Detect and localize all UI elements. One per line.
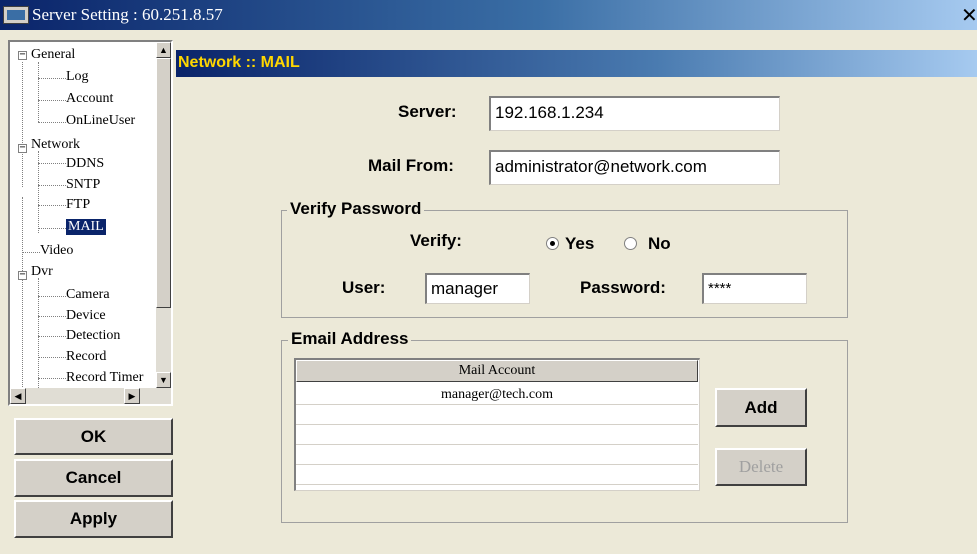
tree-item-video[interactable]: Video [40, 243, 73, 259]
tree-item-ftp[interactable]: FTP [66, 197, 90, 213]
verify-yes-radio[interactable] [546, 237, 559, 250]
verify-yes-label[interactable]: Yes [565, 234, 594, 254]
cancel-button[interactable]: Cancel [14, 459, 173, 497]
scroll-thumb[interactable] [156, 58, 171, 308]
ok-button[interactable]: OK [14, 418, 173, 455]
close-icon[interactable]: ✕ [961, 3, 977, 27]
scroll-right-arrow-icon[interactable]: ▶ [124, 388, 140, 404]
tree-item-ddns[interactable]: DDNS [66, 156, 104, 172]
mail-from-label: Mail From: [368, 156, 454, 175]
list-item[interactable] [296, 465, 698, 485]
user-label: User: [342, 278, 386, 297]
mail-account-header[interactable]: Mail Account [296, 360, 698, 382]
tree-item-general[interactable]: General [31, 47, 75, 63]
verify-label: Verify: [410, 231, 462, 250]
tree-item-log[interactable]: Log [66, 69, 89, 85]
password-label: Password: [580, 278, 666, 297]
tree-item-online-user[interactable]: OnLineUser [66, 113, 135, 129]
settings-tree: − General Log Account OnLineUser − Netwo… [8, 40, 173, 406]
list-item[interactable] [296, 425, 698, 445]
scroll-left-arrow-icon[interactable]: ◀ [10, 388, 26, 404]
server-input[interactable]: 192.168.1.234 [489, 96, 780, 131]
tree-item-detection[interactable]: Detection [66, 328, 120, 344]
general-expander-icon[interactable]: − [18, 50, 27, 60]
email-address-title: Email Address [288, 329, 412, 349]
list-item[interactable] [296, 405, 698, 425]
dvr-expander-icon[interactable]: − [18, 270, 27, 280]
tree-horizontal-scrollbar[interactable]: ◀ ▶ [10, 388, 171, 404]
tree-item-network[interactable]: Network [31, 137, 80, 153]
scroll-down-arrow-icon[interactable]: ▼ [156, 372, 171, 388]
tree-item-account[interactable]: Account [66, 91, 113, 107]
tree-item-mail[interactable]: MAIL [66, 219, 106, 235]
server-label: Server: [398, 102, 457, 121]
delete-button[interactable]: Delete [715, 448, 807, 486]
add-button[interactable]: Add [715, 388, 807, 427]
mail-from-input[interactable]: administrator@network.com [489, 150, 780, 185]
tree-item-sntp[interactable]: SNTP [66, 177, 100, 193]
scroll-up-arrow-icon[interactable]: ▲ [156, 42, 171, 58]
verify-password-title: Verify Password [287, 199, 425, 219]
window-title: Server Setting : 60.251.8.57 [32, 5, 223, 24]
network-expander-icon[interactable]: − [18, 143, 27, 153]
tree-item-record[interactable]: Record [66, 349, 106, 365]
tree-vertical-scrollbar[interactable]: ▲ ▼ [156, 42, 171, 388]
verify-no-label[interactable]: No [648, 234, 671, 254]
section-title: Network :: MAIL [178, 54, 300, 71]
tree-item-dvr[interactable]: Dvr [31, 264, 53, 280]
app-icon [3, 6, 29, 24]
mail-account-list[interactable]: Mail Account manager@tech.com [294, 358, 700, 491]
title-bar: Server Setting : 60.251.8.57 [0, 0, 977, 30]
section-header: Network :: MAIL [176, 50, 977, 77]
user-input[interactable]: manager [425, 273, 530, 304]
apply-button[interactable]: Apply [14, 500, 173, 538]
list-item[interactable] [296, 445, 698, 465]
tree-item-device[interactable]: Device [66, 308, 106, 324]
tree-item-camera[interactable]: Camera [66, 287, 110, 303]
verify-no-radio[interactable] [624, 237, 637, 250]
list-item[interactable]: manager@tech.com [296, 385, 698, 405]
tree-item-record-timer[interactable]: Record Timer [66, 370, 143, 386]
password-input[interactable]: **** [702, 273, 807, 304]
